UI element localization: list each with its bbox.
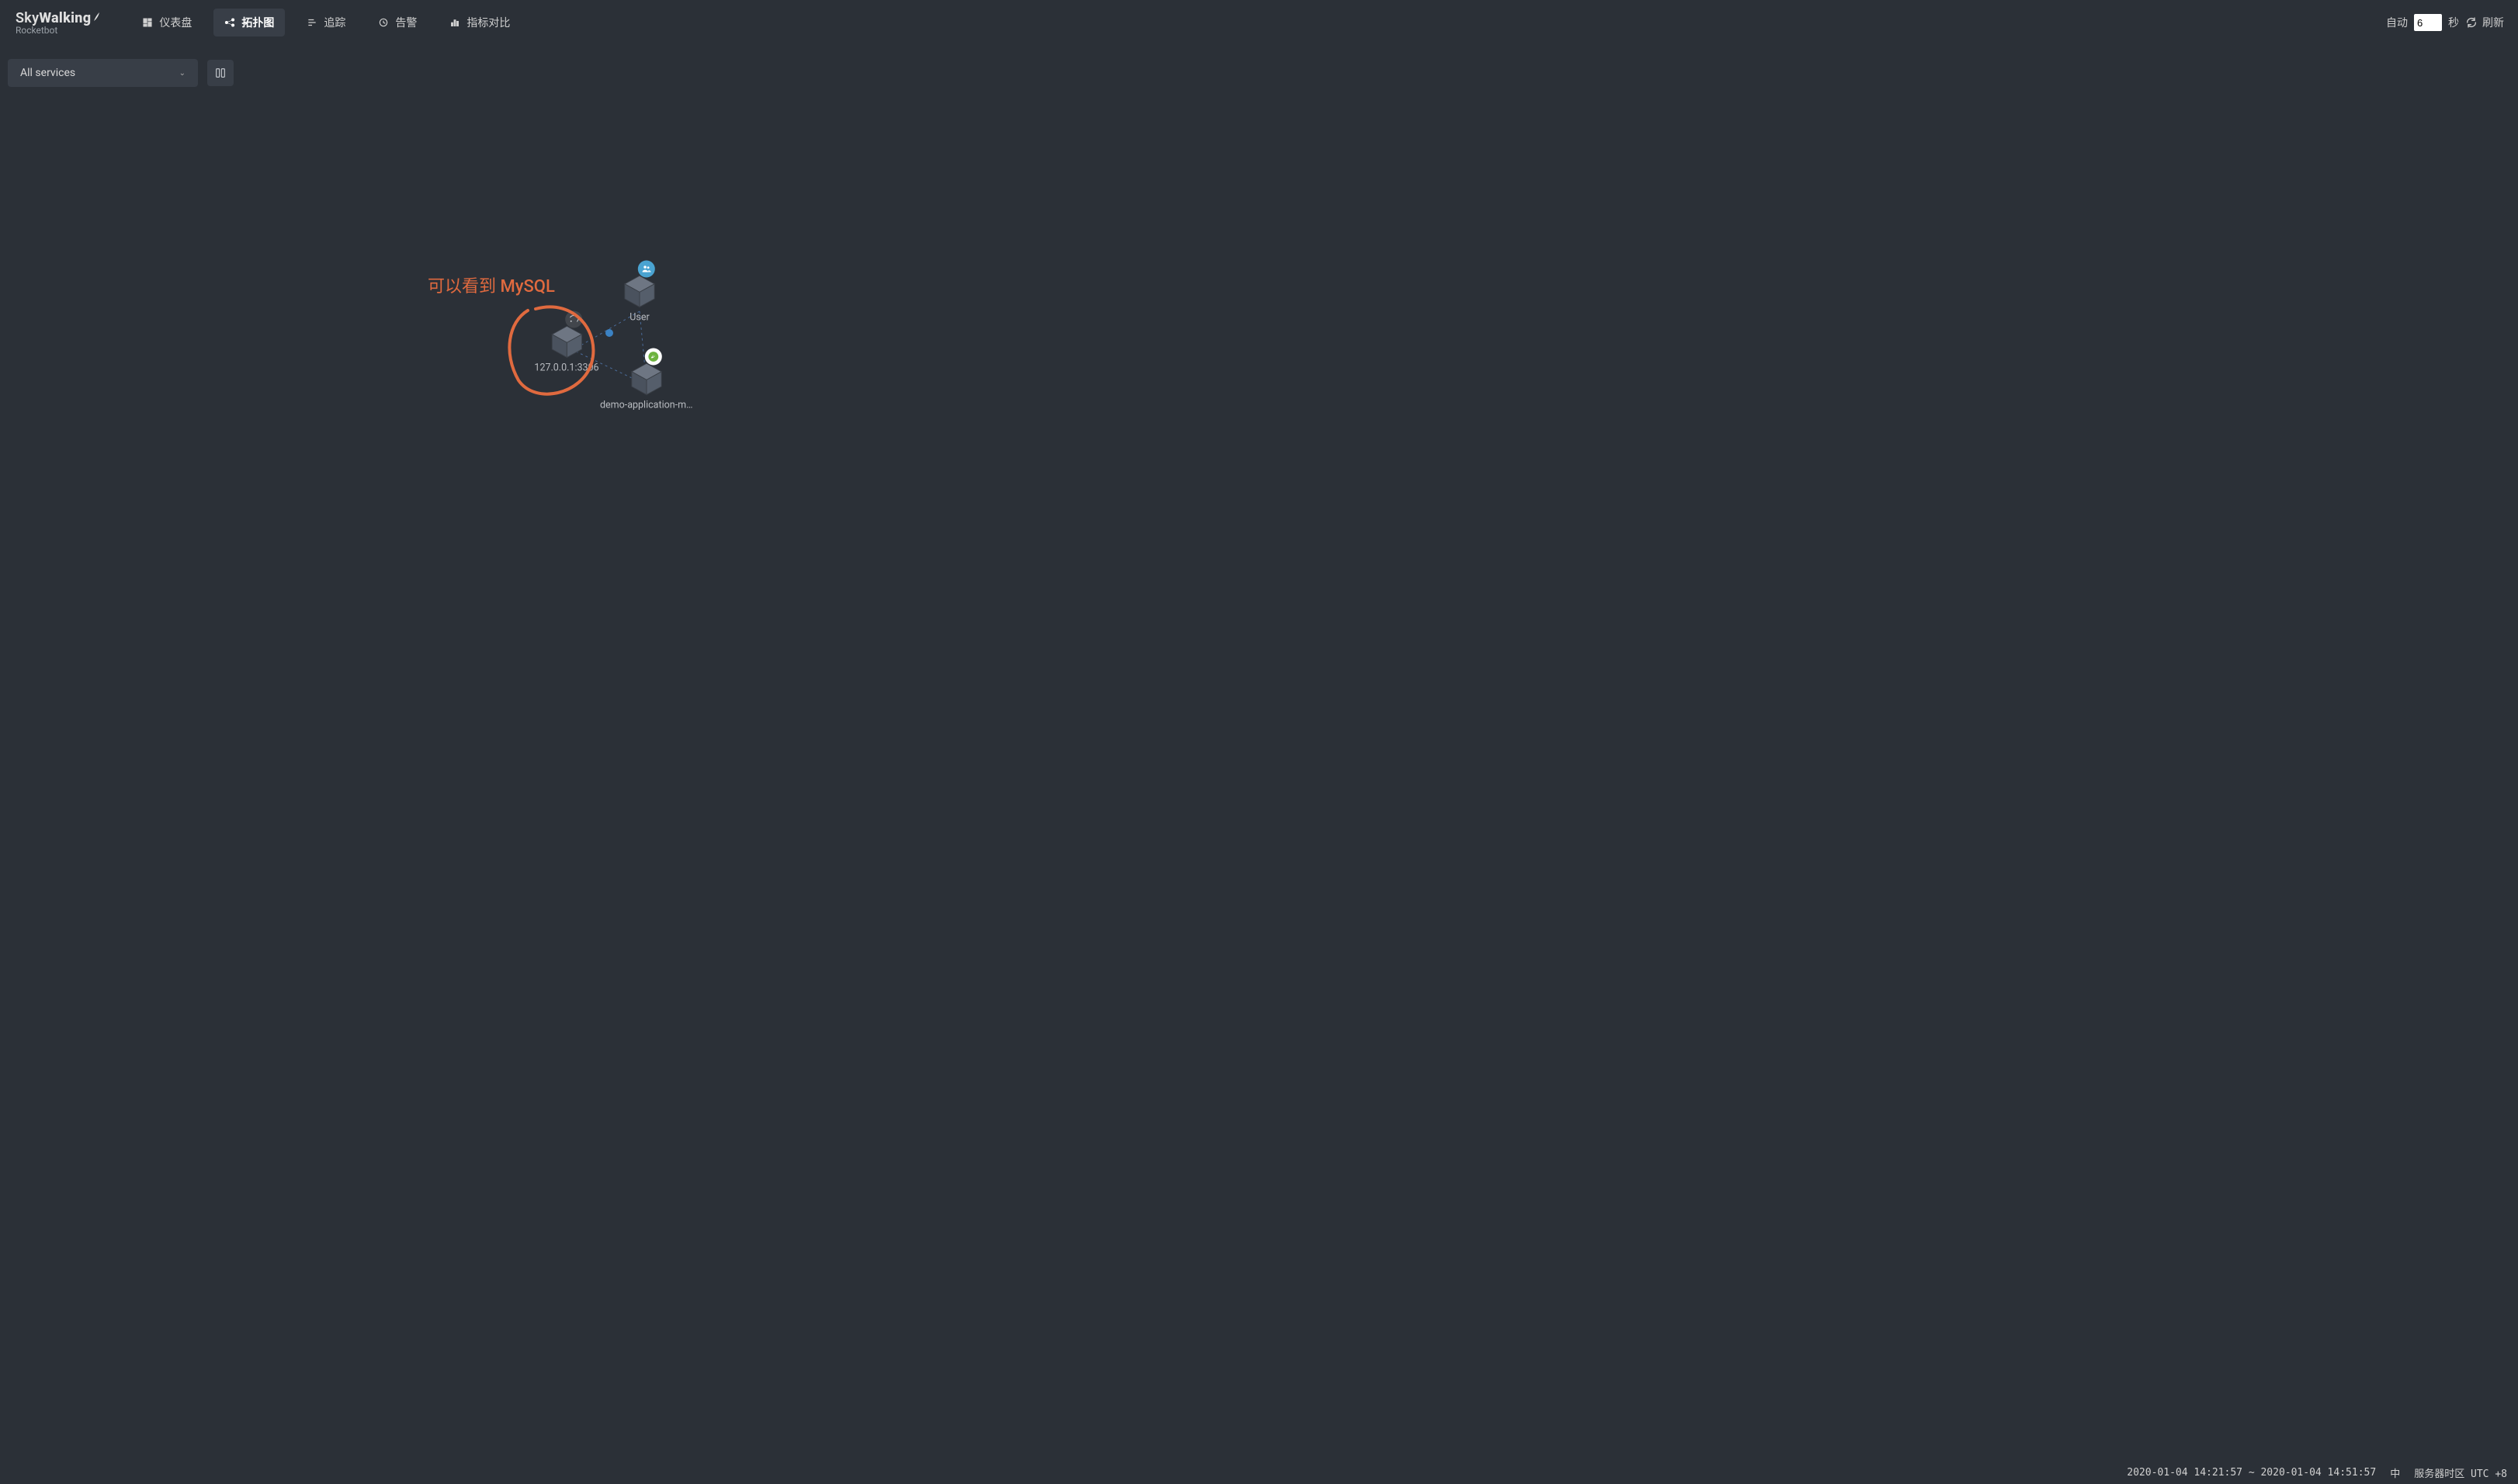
nav-trace[interactable]: 追踪 [296,9,356,36]
alarm-icon [378,17,389,28]
spring-icon [645,348,662,366]
trace-icon [307,17,317,28]
topology-node-app[interactable]: demo-application-mys… [600,359,693,411]
timezone-value: 服务器时区 UTC +8 [2414,1465,2507,1480]
refresh-interval-input[interactable] [2414,14,2442,31]
node-app-label: demo-application-mys… [600,400,693,411]
refresh-button[interactable]: 刷新 [2465,15,2504,30]
main-nav: 仪表盘 拓扑图 追踪 告警 指标对比 [131,9,521,36]
timerange-value: 2020-01-04 14:21:57 ~ 2020-01-04 14:51:5… [2127,1467,2376,1479]
timerange-picker[interactable]: 2020-01-04 14:21:57 ~ 2020-01-04 14:51:5… [2127,1467,2376,1479]
bar-chart-icon [449,17,460,28]
logo-prefix: Sky [16,10,39,26]
nav-alarm-label: 告警 [395,15,417,30]
database-icon [565,311,582,328]
topbar-right: 自动 秒 刷新 [2386,14,2510,31]
nav-alarm[interactable]: 告警 [367,9,428,36]
timezone-indicator[interactable]: 服务器时区 UTC +8 [2414,1465,2507,1480]
refresh-label: 刷新 [2482,15,2504,30]
nav-trace-label: 追踪 [324,15,345,30]
topology-node-user[interactable]: User [621,272,658,324]
cube-icon [628,359,665,397]
logo-suffix: Walking [39,10,91,26]
users-icon [638,261,655,278]
topology-canvas[interactable]: User 127.0.0.1:3306 demo [0,45,2518,1461]
logo-title: SkyWalking [16,10,100,26]
nav-dashboard-label: 仪表盘 [159,15,192,30]
annotation-text: 可以看到 MySQL [428,272,555,297]
node-user-label: User [630,312,649,324]
rocket-icon [92,12,100,23]
language-value: 中 [2390,1465,2400,1480]
auto-label: 自动 [2386,15,2408,30]
nav-metrics-compare[interactable]: 指标对比 [439,9,521,36]
language-switcher[interactable]: 中 [2390,1465,2400,1480]
nav-topology[interactable]: 拓扑图 [213,9,285,36]
cube-icon [548,322,585,359]
auto-unit: 秒 [2448,15,2459,30]
nav-topology-label: 拓扑图 [241,15,274,30]
statusbar: 2020-01-04 14:21:57 ~ 2020-01-04 14:51:5… [0,1461,2518,1484]
topology-icon [224,17,235,28]
nav-metrics-compare-label: 指标对比 [466,15,510,30]
topology-edges [0,45,2518,1461]
topology-node-mysql[interactable]: 127.0.0.1:3306 [534,322,598,374]
cube-icon [621,272,658,309]
topbar: SkyWalking Rocketbot 仪表盘 拓扑图 追踪 [0,0,2518,45]
logo-subtitle: Rocketbot [16,25,100,36]
refresh-icon [2465,16,2478,29]
traffic-indicator [605,329,613,337]
node-mysql-label: 127.0.0.1:3306 [534,362,598,374]
logo: SkyWalking Rocketbot [8,10,108,36]
dashboard-icon [142,17,153,28]
nav-dashboard[interactable]: 仪表盘 [131,9,203,36]
